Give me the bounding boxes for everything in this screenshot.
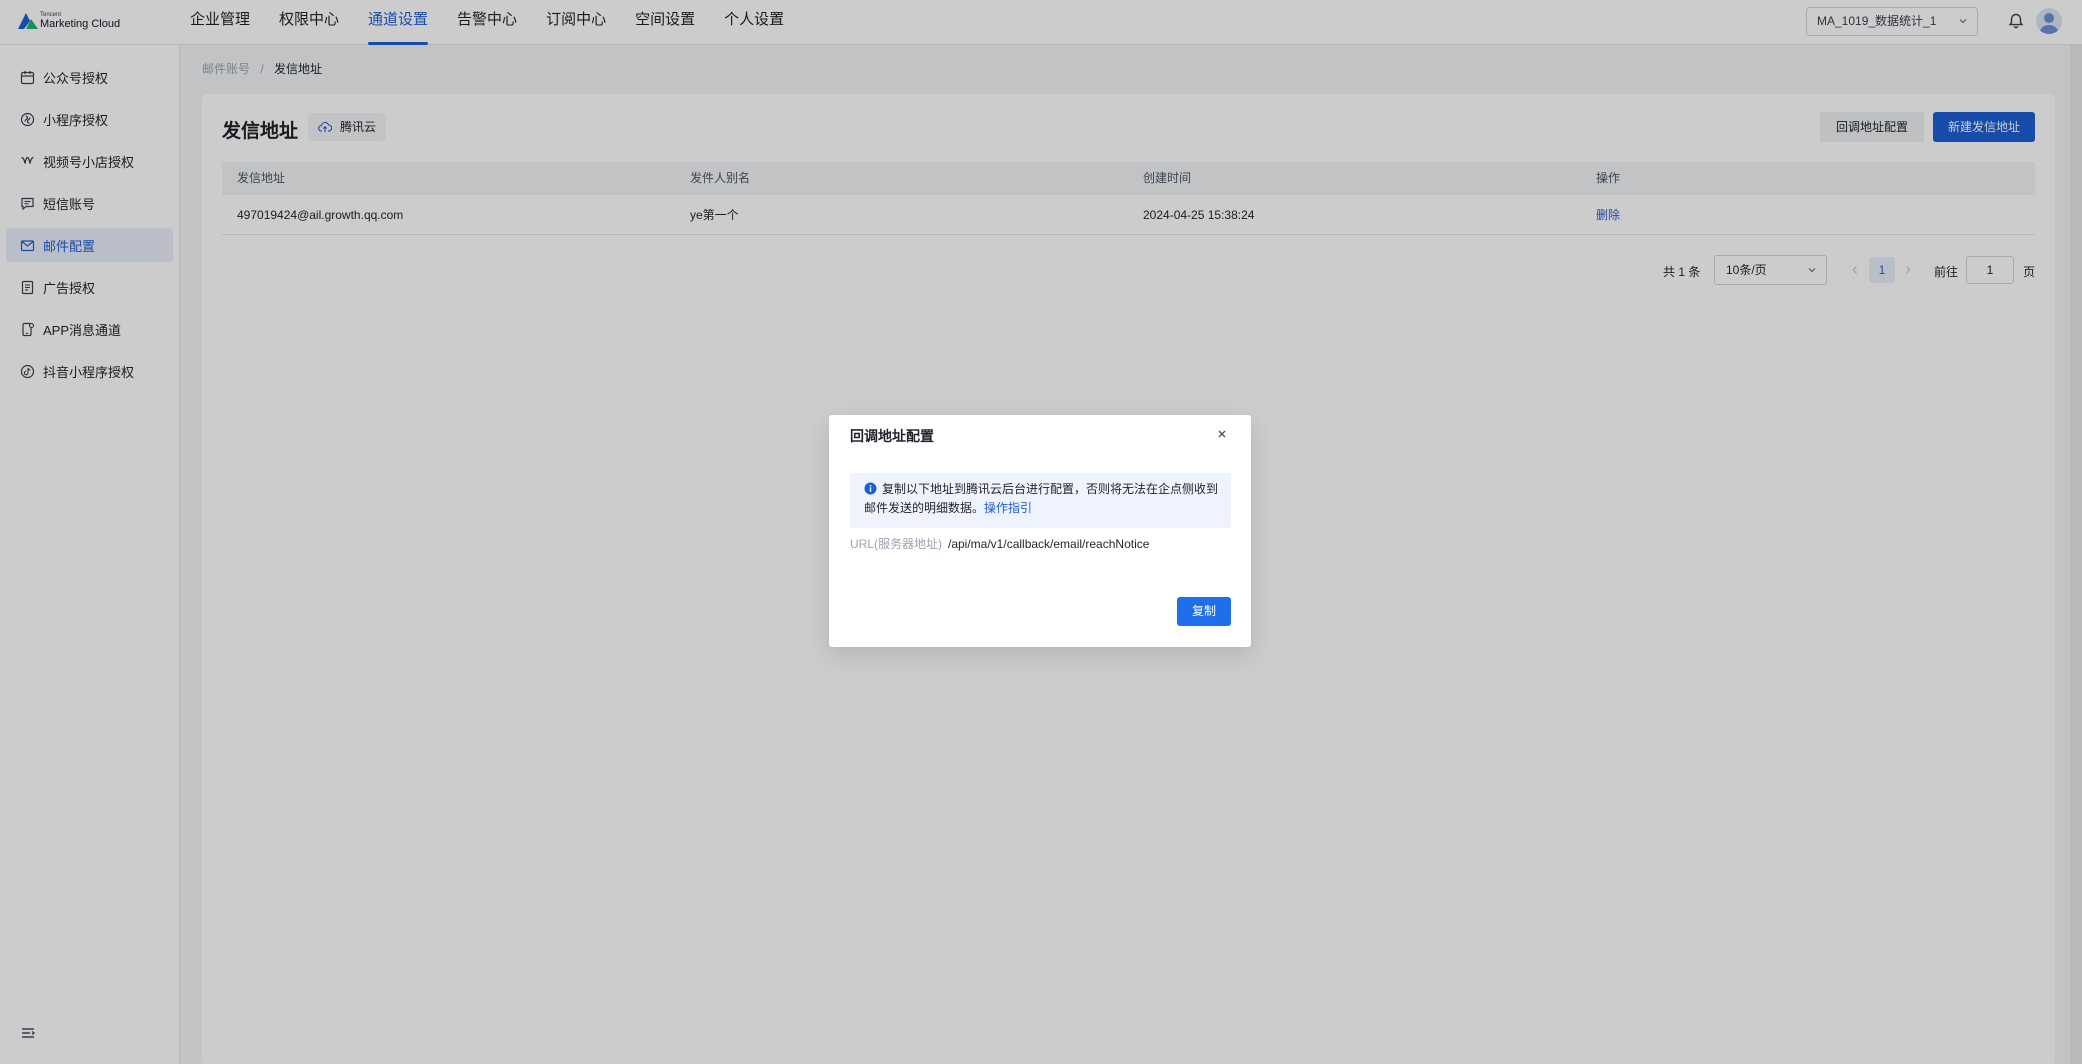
info-icon: [864, 482, 877, 495]
url-label: URL(服务器地址): [850, 537, 942, 551]
close-icon[interactable]: [1215, 427, 1229, 441]
dialog-title: 回调地址配置: [850, 428, 934, 444]
copy-button[interactable]: 复制: [1177, 597, 1231, 626]
info-alert: 复制以下地址到腾讯云后台进行配置，否则将无法在企点侧收到邮件发送的明细数据。操作…: [850, 473, 1231, 528]
operation-guide-link[interactable]: 操作指引: [984, 501, 1032, 515]
scrollbar[interactable]: [2070, 45, 2082, 1064]
alert-text: 复制以下地址到腾讯云后台进行配置，否则将无法在企点侧收到邮件发送的明细数据。: [864, 482, 1219, 515]
callback-config-dialog: 回调地址配置 复制以下地址到腾讯云后台进行配置，否则将无法在企点侧收到邮件发送的…: [829, 415, 1251, 647]
url-value: /api/ma/v1/callback/email/reachNotice: [948, 537, 1150, 551]
url-row: URL(服务器地址) /api/ma/v1/callback/email/reac…: [850, 535, 1149, 552]
